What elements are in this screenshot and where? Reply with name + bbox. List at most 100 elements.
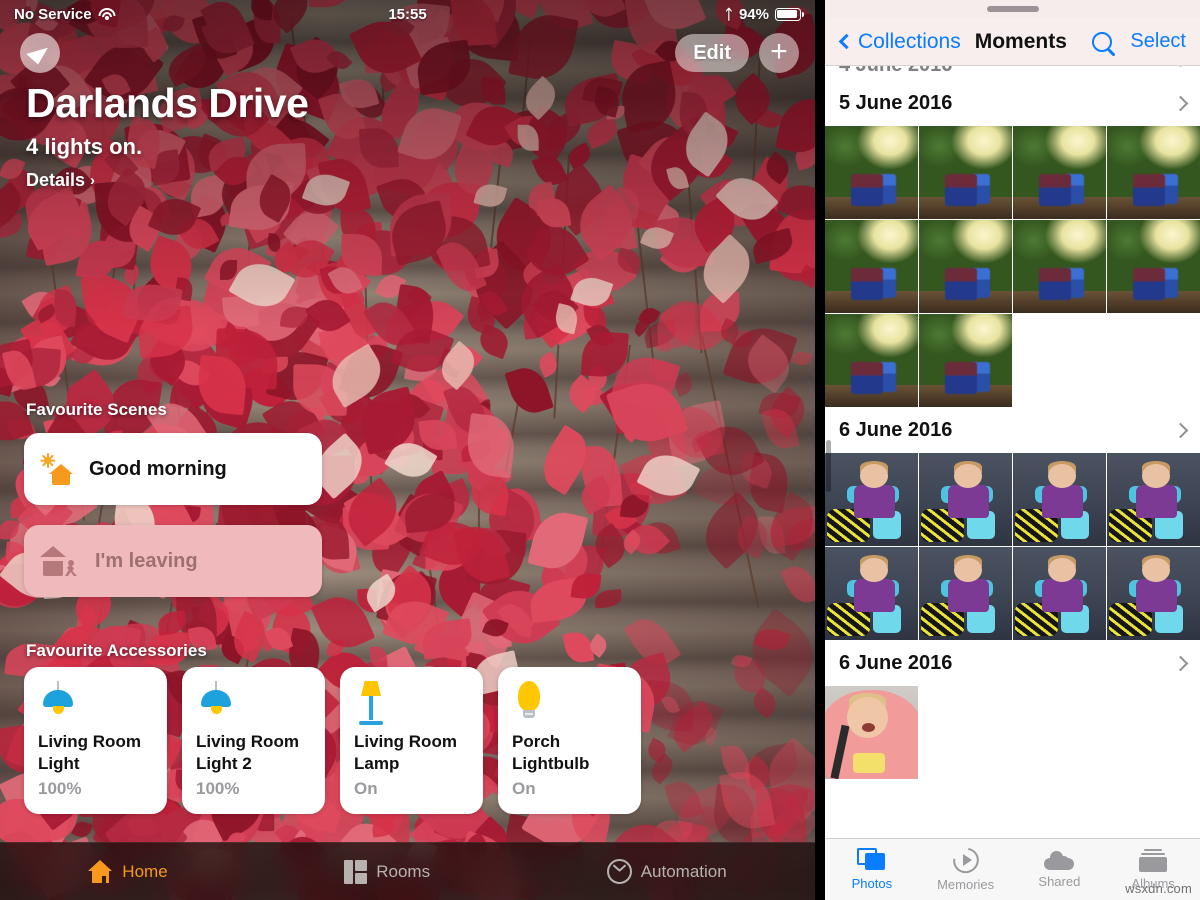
accessory-name: Living Room Light 2 — [196, 731, 313, 775]
back-to-collections-button[interactable]: Collections — [839, 30, 961, 54]
photo-thumbnail[interactable] — [919, 220, 1012, 313]
shared-cloud-icon — [1044, 850, 1074, 870]
site-watermark: wsxdn.com — [1125, 881, 1192, 896]
accessory-card-row: Living Room Light 100% Living Room Light… — [24, 667, 641, 814]
accessory-card-living-room-light-2[interactable]: Living Room Light 2 100% — [182, 667, 325, 814]
edit-button[interactable]: Edit — [675, 34, 749, 72]
tab-photos[interactable]: Photos — [825, 848, 919, 891]
tab-label: Memories — [937, 877, 994, 892]
photo-thumbnail[interactable] — [825, 453, 918, 546]
tab-memories[interactable]: Memories — [919, 848, 1013, 892]
photo-thumbnail[interactable] — [919, 126, 1012, 219]
clipped-date-label: 4 June 2016 — [839, 66, 952, 77]
scene-label: I'm leaving — [95, 550, 198, 573]
automation-icon — [607, 859, 632, 884]
albums-icon — [1139, 849, 1167, 872]
photos-nav-bar: Collections Moments Select — [825, 18, 1200, 66]
memories-icon — [948, 842, 984, 877]
moment-date: 5 June 2016 — [839, 92, 952, 115]
photo-thumbnail[interactable] — [1107, 126, 1200, 219]
drag-handle-icon — [987, 6, 1039, 12]
photos-nav-actions: Select — [1092, 30, 1186, 53]
details-label: Details — [26, 170, 85, 191]
home-icon — [88, 859, 113, 884]
photo-grid-1 — [825, 126, 1200, 407]
photo-thumbnail[interactable] — [825, 547, 918, 640]
status-bar: No Service 15:55 ᛏ 94% — [0, 0, 815, 28]
sun-house-icon — [40, 453, 74, 485]
moment-header-1[interactable]: 5 June 2016 — [825, 80, 1200, 126]
photo-thumbnail[interactable] — [919, 453, 1012, 546]
battery-percent-label: 94% — [739, 6, 769, 23]
tab-rooms[interactable]: Rooms — [344, 860, 430, 884]
bluetooth-icon: ᛏ — [725, 6, 733, 22]
favourite-scenes-label: Favourite Scenes — [26, 400, 167, 420]
photo-thumbnail[interactable] — [1013, 126, 1106, 219]
tab-label: Home — [122, 862, 167, 882]
photo-thumbnail[interactable] — [1013, 220, 1106, 313]
accessory-state: On — [512, 779, 629, 799]
scroll-indicator[interactable] — [826, 440, 831, 492]
tab-automation[interactable]: Automation — [607, 859, 727, 884]
floor-lamp-icon — [354, 681, 388, 727]
photo-grid-2 — [825, 453, 1200, 640]
chevron-right-icon — [1173, 655, 1189, 671]
tab-label: Automation — [641, 862, 727, 882]
photo-thumbnail[interactable] — [1107, 547, 1200, 640]
tab-shared[interactable]: Shared — [1013, 850, 1107, 889]
moment-header-2[interactable]: 6 June 2016 — [825, 407, 1200, 453]
photo-thumbnail[interactable] — [1013, 453, 1106, 546]
photo-thumbnail[interactable] — [919, 547, 1012, 640]
add-button[interactable]: + — [759, 33, 799, 73]
slide-over-grabber[interactable] — [825, 0, 1200, 18]
photos-app-pane: Collections Moments Select 4 June 2016 5… — [825, 0, 1200, 900]
split-view-divider[interactable] — [815, 0, 825, 900]
tab-label: Shared — [1038, 874, 1080, 889]
chevron-left-icon — [839, 34, 855, 50]
lightbulb-icon — [512, 681, 546, 725]
chevron-right-icon — [1173, 95, 1189, 111]
accessory-state: On — [354, 779, 471, 799]
details-link[interactable]: Details › — [26, 170, 308, 191]
location-arrow-icon[interactable] — [20, 33, 60, 73]
scene-card-good-morning[interactable]: Good morning — [24, 433, 322, 505]
photos-icon — [857, 848, 887, 872]
photo-thumbnail[interactable] — [1013, 547, 1106, 640]
scene-label: Good morning — [89, 458, 227, 481]
home-status-summary: 4 lights on. — [26, 134, 308, 160]
page-title: Darlands Drive — [26, 82, 308, 125]
photos-scroll-area[interactable]: 4 June 2016 5 June 2016 6 June 2016 6 Ju… — [825, 66, 1200, 838]
photo-thumbnail[interactable] — [825, 220, 918, 313]
accessory-card-porch-lightbulb[interactable]: Porch Lightbulb On — [498, 667, 641, 814]
chevron-right-icon: › — [90, 172, 95, 189]
accessory-state: 100% — [196, 779, 313, 799]
accessory-name: Living Room Lamp — [354, 731, 471, 775]
tab-label: Rooms — [376, 862, 430, 882]
moment-date: 6 June 2016 — [839, 652, 952, 675]
rooms-icon — [344, 860, 367, 884]
photo-thumbnail[interactable] — [1107, 453, 1200, 546]
accessory-card-living-room-lamp[interactable]: Living Room Lamp On — [340, 667, 483, 814]
search-icon[interactable] — [1092, 32, 1112, 52]
pendant-light-icon — [38, 681, 78, 723]
tab-home[interactable]: Home — [88, 859, 167, 884]
photo-thumbnail[interactable] — [919, 314, 1012, 407]
accessory-name: Porch Lightbulb — [512, 731, 629, 775]
photos-page-title: Moments — [975, 30, 1067, 54]
moment-header-3[interactable]: 6 June 2016 — [825, 640, 1200, 686]
photo-thumbnail[interactable] — [1107, 220, 1200, 313]
photo-thumbnail[interactable] — [825, 314, 918, 407]
home-header: Darlands Drive 4 lights on. Details › — [26, 82, 308, 191]
chevron-right-icon — [1173, 66, 1189, 67]
battery-icon — [775, 8, 801, 21]
accessory-card-living-room-light[interactable]: Living Room Light 100% — [24, 667, 167, 814]
tab-label: Photos — [852, 876, 892, 891]
status-bar-clock: 15:55 — [0, 6, 815, 23]
photo-thumbnail[interactable] — [825, 126, 918, 219]
select-button[interactable]: Select — [1130, 30, 1186, 53]
back-label: Collections — [858, 30, 961, 54]
status-bar-right: ᛏ 94% — [725, 6, 801, 23]
home-app-pane: No Service 15:55 ᛏ 94% Edit + Darlands D… — [0, 0, 815, 900]
scene-card-im-leaving[interactable]: I'm leaving — [24, 525, 322, 597]
photo-thumbnail[interactable] — [825, 686, 918, 779]
